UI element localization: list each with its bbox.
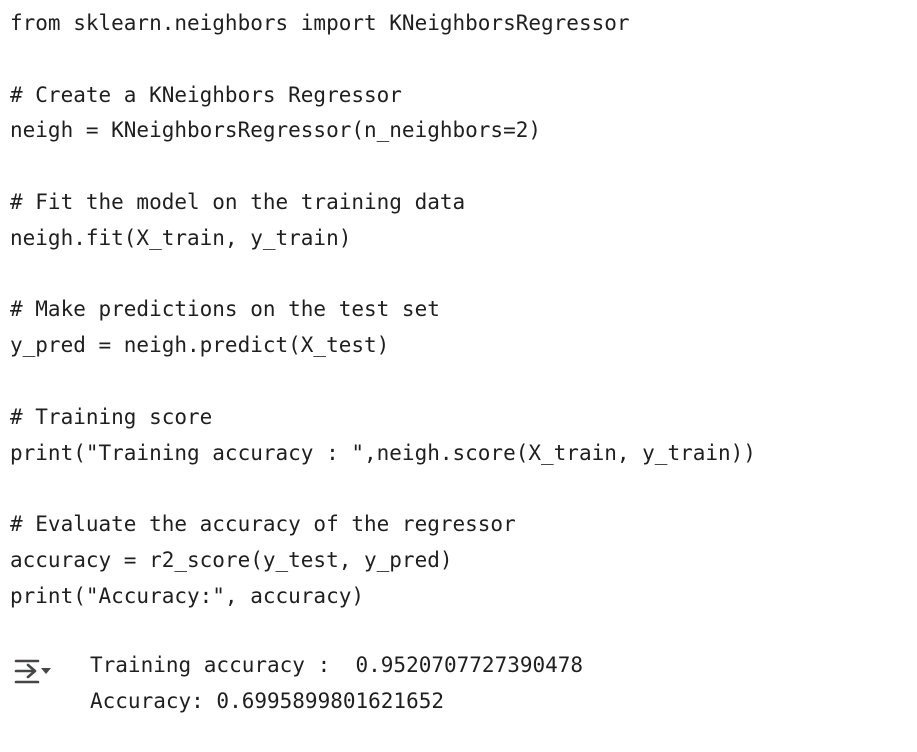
output-line: Accuracy: 0.6995899801621652 xyxy=(90,688,445,713)
code-editor[interactable]: from sklearn.neighbors import KNeighbors… xyxy=(10,6,756,615)
output-line: Training accuracy : 0.9520707727390478 xyxy=(90,653,584,677)
output-collapse-icon-glyph xyxy=(14,659,51,684)
code-line: # Make predictions on the test set xyxy=(10,297,440,322)
code-line: # Training score xyxy=(10,404,213,429)
code-line: # Fit the model on the training data xyxy=(10,189,466,214)
code-line: from sklearn.neighbors import KNeighbors… xyxy=(10,11,630,35)
output-collapse-icon[interactable] xyxy=(14,658,54,686)
code-line: neigh = KNeighborsRegressor(n_neighbors=… xyxy=(10,118,542,143)
code-line: # Create a KNeighbors Regressor xyxy=(10,82,402,107)
cell-output: Training accuracy : 0.9520707727390478 Ac… xyxy=(0,644,917,752)
code-line: neigh.fit(X_train, y_train) xyxy=(10,225,352,250)
output-text: Training accuracy : 0.9520707727390478 Ac… xyxy=(90,648,583,720)
code-line: # Evaluate the accuracy of the regressor xyxy=(10,512,516,537)
code-line: print("Training accuracy : ",neigh.score… xyxy=(10,440,756,465)
notebook-cell: from sklearn.neighbors import KNeighbors… xyxy=(0,0,917,752)
code-line: print("Accuracy:", accuracy) xyxy=(10,583,365,608)
code-line: y_pred = neigh.predict(X_test) xyxy=(10,333,390,358)
code-line: accuracy = r2_score(y_test, y_pred) xyxy=(10,547,453,572)
